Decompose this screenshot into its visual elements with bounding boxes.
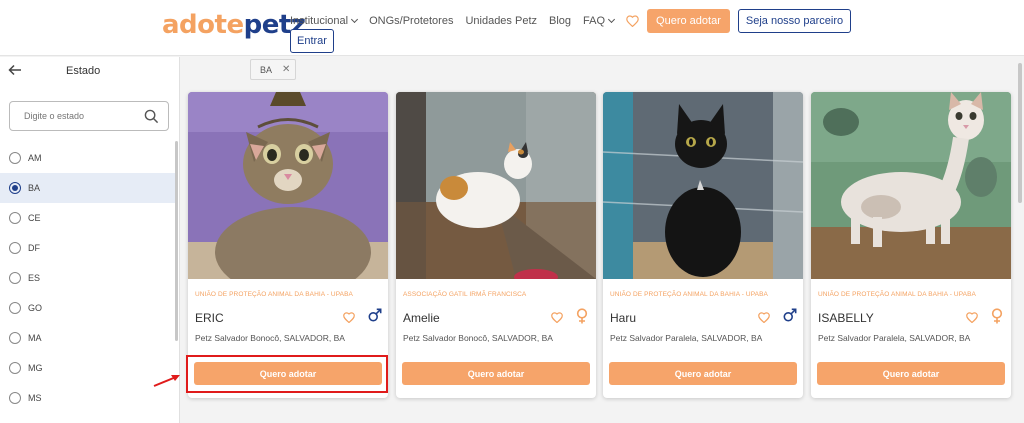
org-name: UNIÃO DE PROTEÇÃO ANIMAL DA BAHIA - UPAB…	[195, 291, 353, 298]
pet-card[interactable]: ASSOCIAÇÃO GATIL IRMÃ FRANCISCA Amelie P…	[396, 92, 596, 398]
pet-photo	[811, 92, 1011, 279]
quero-adotar-nav-button[interactable]: Quero adotar	[647, 9, 730, 33]
quero-adotar-button[interactable]: Quero adotar	[609, 362, 797, 385]
radio-button[interactable]	[9, 302, 21, 314]
state-option-am[interactable]: AM	[0, 143, 176, 173]
state-option-df[interactable]: DF	[0, 233, 176, 263]
top-header: adotepetz Institucional ONGs/Protetores …	[0, 0, 1024, 56]
radio-button[interactable]	[9, 332, 21, 344]
state-option-ba[interactable]: BA	[0, 173, 176, 203]
sidebar-title: Estado	[66, 65, 101, 77]
male-icon	[368, 308, 382, 327]
state-search-box	[9, 101, 169, 131]
state-filter-sidebar: Estado AM BA CE DF ES GO MA MG MS	[0, 57, 180, 423]
org-name: ASSOCIAÇÃO GATIL IRMÃ FRANCISCA	[403, 291, 527, 298]
pet-card[interactable]: UNIÃO DE PROTEÇÃO ANIMAL DA BAHIA - UPAB…	[188, 92, 388, 398]
pet-location: Petz Salvador Bonocô, SALVADOR, BA	[195, 333, 345, 343]
main-nav: Institucional ONGs/Protetores Unidades P…	[290, 9, 852, 33]
nav-unidades-petz[interactable]: Unidades Petz	[465, 15, 537, 27]
pet-name: Amelie	[403, 311, 440, 325]
pet-photo	[188, 92, 388, 279]
state-option-go[interactable]: GO	[0, 293, 176, 323]
entrar-button[interactable]: Entrar	[290, 29, 334, 53]
state-option-ce[interactable]: CE	[0, 203, 176, 233]
seja-parceiro-button[interactable]: Seja nosso parceiro	[737, 9, 852, 33]
remove-filter-close-icon[interactable]: ✕	[282, 64, 290, 75]
radio-button-selected[interactable]	[9, 182, 21, 194]
adotepetz-logo[interactable]: adotepetz	[162, 10, 306, 40]
radio-button[interactable]	[9, 272, 21, 284]
female-icon	[576, 308, 588, 329]
male-icon	[783, 308, 797, 327]
org-name: UNIÃO DE PROTEÇÃO ANIMAL DA BAHIA - UPAB…	[610, 291, 768, 298]
pet-location: Petz Salvador Bonocô, SALVADOR, BA	[403, 333, 553, 343]
chevron-down-icon	[608, 15, 616, 24]
female-icon	[991, 308, 1003, 329]
pet-name: ISABELLY	[818, 311, 874, 325]
state-option-es[interactable]: ES	[0, 263, 176, 293]
favorite-heart-icon[interactable]	[758, 310, 770, 328]
radio-button[interactable]	[9, 392, 21, 404]
radio-button[interactable]	[9, 152, 21, 164]
state-option-ma[interactable]: MA	[0, 323, 176, 353]
favorites-heart-icon[interactable]	[626, 15, 639, 27]
state-search-input[interactable]	[24, 102, 149, 130]
pet-card[interactable]: UNIÃO DE PROTEÇÃO ANIMAL DA BAHIA - UPAB…	[603, 92, 803, 398]
nav-institucional[interactable]: Institucional	[290, 15, 359, 27]
quero-adotar-button[interactable]: Quero adotar	[817, 362, 1005, 385]
pet-location: Petz Salvador Paralela, SALVADOR, BA	[610, 333, 763, 343]
radio-button[interactable]	[9, 362, 21, 374]
nav-faq[interactable]: FAQ	[583, 15, 616, 27]
sidebar-scrollbar[interactable]	[175, 141, 178, 341]
annotation-arrow-icon	[152, 372, 182, 393]
sidebar-header: Estado	[0, 57, 179, 87]
nav-ongs-protetores[interactable]: ONGs/Protetores	[369, 15, 453, 27]
quero-adotar-button[interactable]: Quero adotar	[402, 362, 590, 385]
arrow-left-icon[interactable]	[8, 64, 22, 79]
pet-name: Haru	[610, 311, 637, 325]
login-area: Entrar	[290, 29, 334, 53]
annotation-highlight-box	[186, 355, 388, 393]
state-option-ms[interactable]: MS	[0, 383, 176, 413]
org-name: UNIÃO DE PROTEÇÃO ANIMAL DA BAHIA - UPAB…	[818, 291, 976, 298]
page-scrollbar[interactable]	[1018, 63, 1022, 203]
pet-card[interactable]: UNIÃO DE PROTEÇÃO ANIMAL DA BAHIA - UPAB…	[811, 92, 1011, 398]
state-radio-list: AM BA CE DF ES GO MA MG MS	[0, 143, 176, 413]
search-icon[interactable]	[144, 109, 159, 129]
favorite-heart-icon[interactable]	[551, 310, 563, 328]
pet-name: ERIC	[195, 311, 224, 325]
pet-photo	[603, 92, 803, 279]
favorite-heart-icon[interactable]	[966, 310, 978, 328]
radio-button[interactable]	[9, 212, 21, 224]
pet-location: Petz Salvador Paralela, SALVADOR, BA	[818, 333, 971, 343]
favorite-heart-icon[interactable]	[343, 310, 355, 328]
nav-blog[interactable]: Blog	[549, 15, 571, 27]
chevron-down-icon	[351, 15, 359, 24]
pet-photo	[396, 92, 596, 279]
state-option-mg[interactable]: MG	[0, 353, 176, 383]
active-filter-chip: BA ✕	[250, 59, 296, 80]
radio-button[interactable]	[9, 242, 21, 254]
